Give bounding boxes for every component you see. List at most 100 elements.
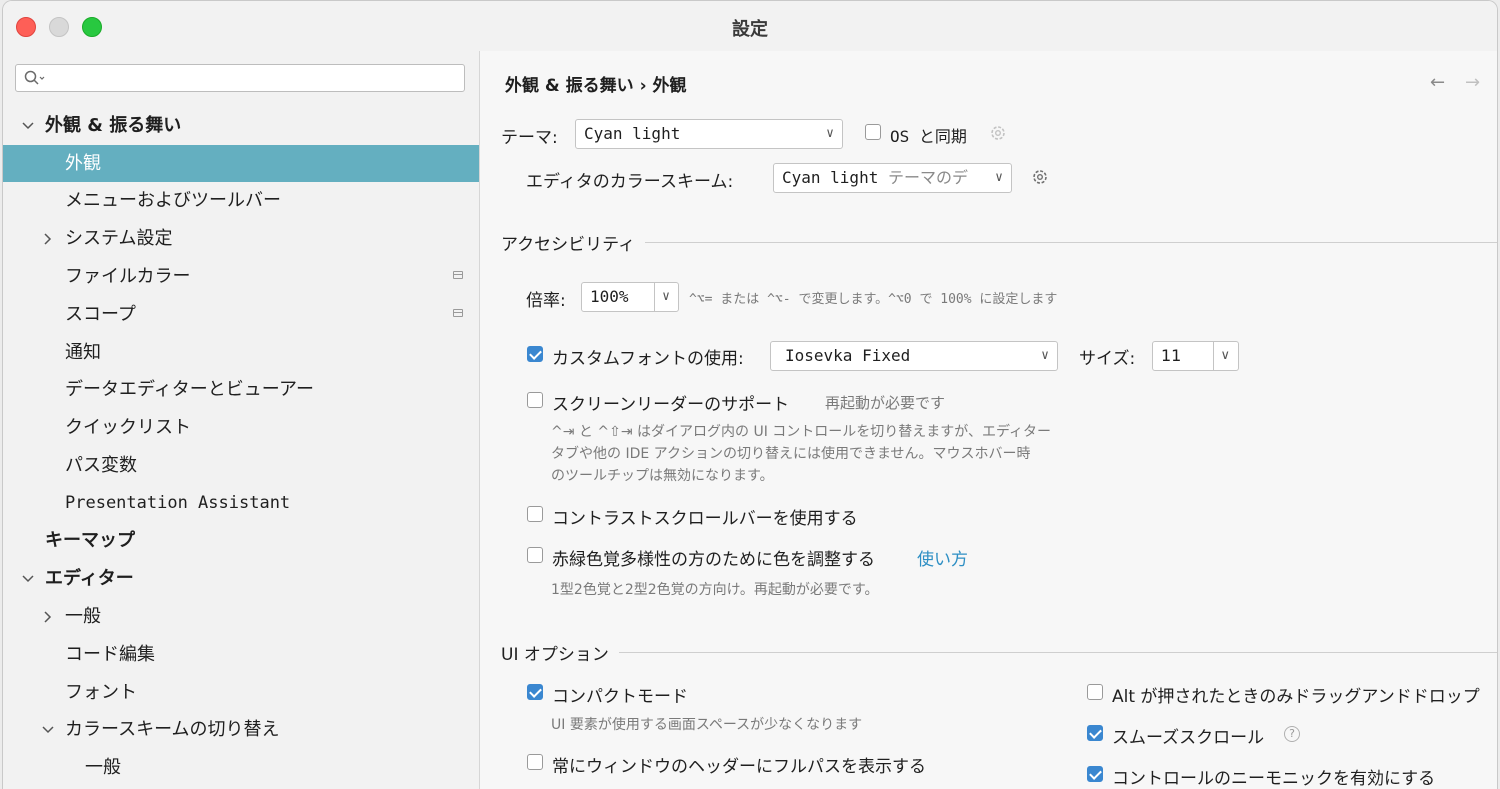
settings-sidebar: 外観 & 振る舞い 外観 メニューおよびツールバー システム設定 ファイルカラー… [3, 51, 480, 789]
tree-item-label: スコープ [65, 304, 136, 325]
chevron-down-icon [42, 726, 54, 734]
color-scheme-label: エディタのカラースキーム: [526, 172, 734, 192]
color-deficiency-label: 赤緑色覚多様性の方のために色を調整する [552, 550, 875, 570]
how-it-works-link[interactable]: 使い方 [917, 545, 968, 570]
tree-item-label: 一般 [85, 757, 121, 778]
custom-font-label: カスタムフォントの使用: [552, 349, 744, 369]
os-sync-checkbox[interactable] [865, 124, 881, 140]
font-size-select[interactable]: 11 ∨ [1152, 341, 1239, 371]
tree-item-label: フォント [65, 682, 137, 703]
color-scheme-select[interactable]: Cyan light テーマのデ ∨ [773, 163, 1012, 193]
tree-item-data-editor[interactable]: データエディターとビューアー [3, 371, 479, 408]
tree-item-editor[interactable]: エディター [3, 560, 479, 597]
forward-arrow-icon[interactable]: → [1465, 72, 1480, 93]
custom-font-checkbox[interactable] [527, 346, 543, 362]
chevron-right-icon [44, 611, 52, 623]
tree-item-menus-toolbars[interactable]: メニューおよびツールバー [3, 182, 479, 219]
combo-separator [654, 283, 655, 311]
tree-item-scopes[interactable]: スコープ [3, 296, 479, 333]
tree-item-label: 通知 [65, 342, 101, 363]
alt-drag-label: Alt が押されたときのみドラッグアンドドロップ [1112, 687, 1480, 707]
zoom-label: 倍率: [526, 291, 566, 311]
tree-item-label: 外観 [65, 153, 101, 174]
gear-icon[interactable] [1031, 168, 1049, 186]
tree-item-label: キーマップ [45, 530, 135, 551]
tree-item-code-editing[interactable]: コード編集 [3, 636, 479, 673]
tree-item-quick-lists[interactable]: クイックリスト [3, 409, 479, 446]
back-arrow-icon[interactable]: ← [1430, 72, 1445, 93]
tree-item-color-scheme-switching[interactable]: カラースキームの切り替え [3, 711, 479, 748]
gear-icon[interactable] [989, 124, 1007, 142]
settings-window: 設定 外観 & 振る舞い 外観 メニューおよびツールバー システム設定 ファイル… [2, 0, 1498, 789]
screen-reader-hint: 再起動が必要です [825, 394, 946, 412]
screen-reader-checkbox[interactable] [527, 392, 543, 408]
chevron-down-icon: ∨ [662, 289, 670, 304]
tree-item-label: データエディターとビューアー [65, 379, 314, 400]
full-path-label: 常にウィンドウのヘッダーにフルパスを表示する [552, 757, 926, 777]
title-bar: 設定 [3, 1, 1497, 51]
tree-item-label: メニューおよびツールバー [65, 190, 281, 211]
theme-label: テーマ: [501, 128, 558, 148]
contrast-scrollbar-checkbox[interactable] [527, 506, 543, 522]
tree-item-keymap[interactable]: キーマップ [3, 522, 479, 559]
smooth-scroll-checkbox[interactable] [1087, 725, 1103, 741]
description-line: タブや他の IDE アクションの切り替えには使用できません。マウスホバー時 [551, 446, 1031, 462]
color-deficiency-hint: 1型2色覚と2型2色覚の方向け。再起動が必要です。 [551, 582, 879, 598]
alt-drag-checkbox[interactable] [1087, 684, 1103, 700]
compact-mode-checkbox[interactable] [527, 684, 543, 700]
custom-font-select[interactable]: Iosevka Fixed ∨ [770, 341, 1058, 371]
tree-item-label: 外観 & 振る舞い [45, 115, 182, 136]
screen-reader-description: ^⇥ と ^⇧⇥ はダイアログ内の UI コントロールを切り替えますが、エディタ… [551, 421, 1051, 487]
tree-item-color-scheme-general[interactable]: 一般 [3, 749, 479, 786]
tree-item-general[interactable]: 一般 [3, 598, 479, 635]
combo-separator [1213, 342, 1214, 370]
tree-item-notifications[interactable]: 通知 [3, 334, 479, 371]
theme-select[interactable]: Cyan light ∨ [575, 119, 843, 149]
custom-font-select-value: Iosevka Fixed [785, 346, 911, 365]
section-heading: UI オプション [501, 645, 609, 665]
tree-item-label: エディター [45, 568, 134, 589]
settings-content: 外観 & 振る舞い › 外観 ← → テーマ: Cyan light ∨ OS … [480, 51, 1497, 789]
full-path-checkbox[interactable] [527, 754, 543, 770]
section-divider [618, 652, 1497, 653]
tree-item-appearance[interactable]: 外観 [3, 145, 479, 182]
screen-reader-label: スクリーンリーダーのサポート [552, 395, 790, 415]
font-size-select-value: 11 [1161, 346, 1182, 365]
tree-item-presentation-assistant[interactable]: Presentation Assistant [3, 485, 479, 522]
zoom-select-value: 100% [590, 287, 629, 306]
zoom-select[interactable]: 100% ∨ [581, 282, 679, 312]
search-input[interactable] [15, 64, 465, 92]
smooth-scroll-label: スムーズスクロール [1112, 728, 1265, 748]
tree-item-label: Presentation Assistant [65, 493, 291, 513]
help-icon[interactable]: ? [1284, 726, 1300, 742]
font-size-label: サイズ: [1079, 349, 1136, 369]
breadcrumb: 外観 & 振る舞い › 外観 [505, 76, 687, 96]
tree-item-file-colors[interactable]: ファイルカラー [3, 258, 479, 295]
description-line: のツールチップは無効になります。 [551, 468, 774, 484]
tree-item-appearance-behavior[interactable]: 外観 & 振る舞い [3, 107, 479, 144]
chevron-down-icon [22, 575, 34, 583]
project-level-icon [453, 271, 463, 279]
section-divider [645, 242, 1497, 243]
tree-item-label: カラースキームの切り替え [65, 719, 280, 740]
chevron-down-icon: ∨ [993, 164, 1003, 192]
search-icon [24, 70, 45, 85]
color-deficiency-checkbox[interactable] [527, 547, 543, 563]
compact-mode-hint: UI 要素が使用する画面スペースが少なくなります [551, 717, 863, 733]
tree-item-label: パス変数 [65, 455, 137, 476]
tree-item-label: 一般 [65, 606, 101, 627]
section-heading: アクセシビリティ [501, 235, 636, 255]
os-sync-label: OS と同期 [890, 127, 967, 146]
tree-item-label: コード編集 [65, 644, 155, 665]
tree-item-font[interactable]: フォント [3, 674, 479, 711]
tree-item-system-settings[interactable]: システム設定 [3, 220, 479, 257]
description-line: ^⇥ と ^⇧⇥ はダイアログ内の UI コントロールを切り替えますが、エディタ… [551, 424, 1052, 440]
mnemonics-checkbox[interactable] [1087, 766, 1103, 782]
project-level-icon [453, 309, 463, 317]
chevron-down-icon [22, 122, 34, 130]
tree-item-path-variables[interactable]: パス変数 [3, 447, 479, 484]
chevron-down-icon: ∨ [826, 126, 834, 141]
tree-item-label: クイックリスト [65, 417, 191, 438]
chevron-down-icon: ∨ [1041, 348, 1049, 363]
accessibility-section: アクセシビリティ [501, 230, 1497, 255]
